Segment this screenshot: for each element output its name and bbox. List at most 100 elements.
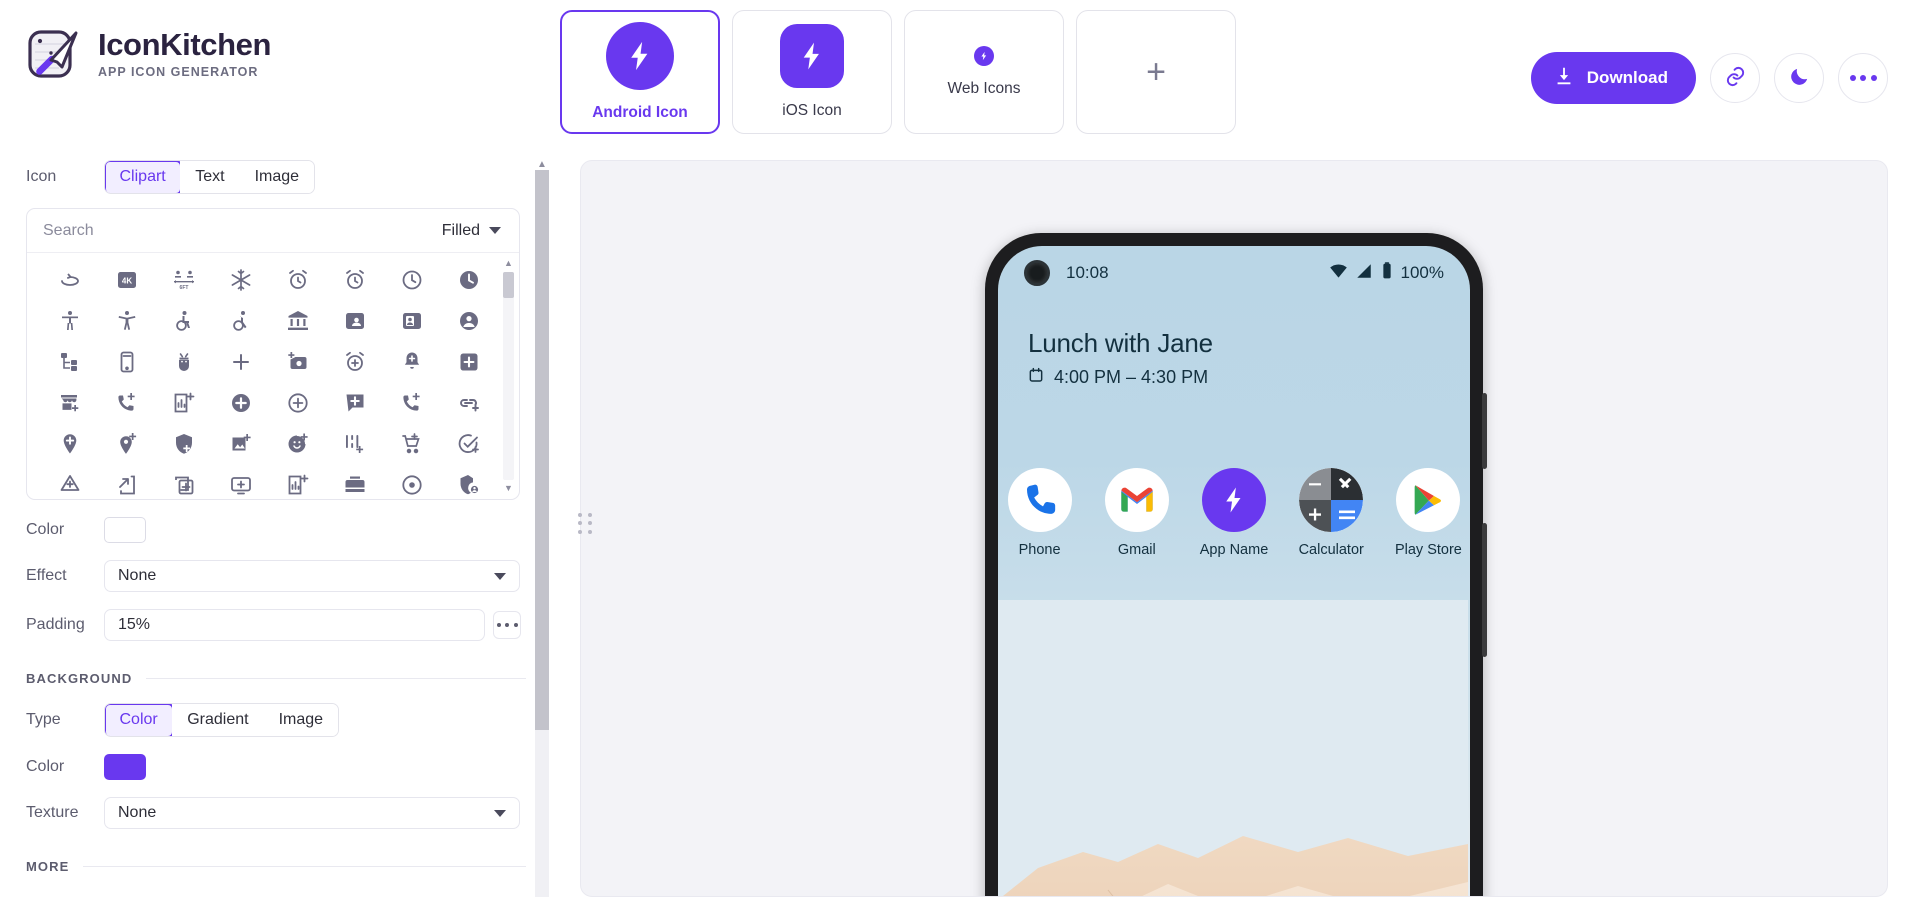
clipart-4k-icon[interactable]: 4K xyxy=(98,259,155,300)
clipart-add-icon[interactable] xyxy=(212,341,269,382)
cutting-board-knife-icon xyxy=(26,26,82,82)
clipart-access-alarms-icon[interactable] xyxy=(326,259,383,300)
clipart-access-time-filled-icon[interactable] xyxy=(440,259,497,300)
app-gmail[interactable]: Gmail xyxy=(1095,468,1178,558)
clipart-add-photo-alternate-icon[interactable] xyxy=(212,423,269,464)
sidebar-scrollbar[interactable]: ▲ xyxy=(534,160,550,897)
clipart-add-alarm-icon[interactable] xyxy=(326,341,383,382)
header-actions: Download xyxy=(1530,52,1888,104)
clipart-add-to-queue-icon[interactable] xyxy=(212,464,269,499)
download-button[interactable]: Download xyxy=(1530,52,1696,104)
clipart-add-reaction-icon[interactable] xyxy=(269,423,326,464)
more-options-button[interactable] xyxy=(1838,53,1888,103)
clipart-account-circle-icon[interactable] xyxy=(440,300,497,341)
background-color-swatch[interactable] xyxy=(104,754,146,780)
scroll-up-icon[interactable]: ▲ xyxy=(504,257,513,270)
clipart-access-time-icon[interactable] xyxy=(383,259,440,300)
clipart-grid-scrollbar[interactable]: ▲ ▼ xyxy=(502,257,515,495)
clipart-account-balance-icon[interactable] xyxy=(269,300,326,341)
clipart-accessible-icon[interactable] xyxy=(155,300,212,341)
dark-mode-toggle-button[interactable] xyxy=(1774,53,1824,103)
clipart-add-business-icon[interactable] xyxy=(41,382,98,423)
clipart-access-alarm-icon[interactable] xyxy=(269,259,326,300)
sidebar-scroll-thumb[interactable] xyxy=(535,170,549,730)
tab-ios-icon[interactable]: iOS Icon xyxy=(732,10,892,134)
clipart-accessibility-new-icon[interactable] xyxy=(98,300,155,341)
app-generated[interactable]: App Name xyxy=(1192,468,1275,558)
clipart-add-road-icon[interactable] xyxy=(326,423,383,464)
clipart-account-tree-icon[interactable] xyxy=(41,341,98,382)
calculator-app-icon xyxy=(1299,468,1364,532)
icon-padding-more-button[interactable] xyxy=(493,611,521,639)
tab-label: Web Icons xyxy=(947,80,1021,97)
tab-web-icons[interactable]: Web Icons xyxy=(904,10,1064,134)
app-play-store[interactable]: Play Store xyxy=(1387,468,1470,558)
clipart-account-badge-icon[interactable] xyxy=(383,300,440,341)
clipart-add-location-icon[interactable] xyxy=(41,423,98,464)
background-type-gradient[interactable]: Gradient xyxy=(172,704,264,736)
power-button[interactable] xyxy=(1482,393,1487,469)
preview-panel: 10:08 100% Lunch with Jane 4:00 PM – 4:3… xyxy=(580,160,1888,897)
clipart-adf-scanner-icon[interactable] xyxy=(326,464,383,499)
clipart-account-box-icon[interactable] xyxy=(326,300,383,341)
tab-android-icon[interactable]: Android Icon xyxy=(560,10,720,134)
signal-cellular-icon xyxy=(1355,262,1373,285)
drag-grip-icon[interactable] xyxy=(578,512,594,535)
link-icon xyxy=(1724,65,1747,91)
app-calculator[interactable]: Calculator xyxy=(1290,468,1373,558)
icon-color-swatch[interactable] xyxy=(104,517,146,543)
clipart-add-alert-icon[interactable] xyxy=(383,341,440,382)
clipart-addchart-icon[interactable] xyxy=(269,464,326,499)
clipart-add-comment-icon[interactable] xyxy=(326,382,383,423)
clipart-scroll-track[interactable] xyxy=(503,272,514,480)
clipart-add-circle-outline-icon[interactable] xyxy=(269,382,326,423)
background-type-color[interactable]: Color xyxy=(105,704,174,736)
clipart-accessible-forward-icon[interactable] xyxy=(212,300,269,341)
icon-effect-select[interactable]: None xyxy=(104,560,520,592)
clipart-add-shopping-cart-icon[interactable] xyxy=(383,423,440,464)
clipart-add-to-home-screen-icon[interactable] xyxy=(98,464,155,499)
clipart-ac-unit-icon[interactable] xyxy=(212,259,269,300)
calendar-widget[interactable]: Lunch with Jane 4:00 PM – 4:30 PM xyxy=(1028,328,1440,388)
clipart-admin-panel-settings-icon[interactable] xyxy=(440,464,497,499)
icon-type-clipart[interactable]: Clipart xyxy=(105,161,182,193)
clipart-add-box-icon[interactable] xyxy=(440,341,497,382)
clipart-accessibility-icon[interactable] xyxy=(41,300,98,341)
clipart-add-task-icon[interactable] xyxy=(440,423,497,464)
generated-app-icon xyxy=(1202,468,1266,532)
clipart-6-ft-apart-icon[interactable]: 6FT xyxy=(155,259,212,300)
background-texture-select[interactable]: None xyxy=(104,797,520,829)
add-platform-tab-button[interactable]: + xyxy=(1076,10,1236,134)
clipart-adb-icon[interactable] xyxy=(155,341,212,382)
sidebar-scroll-track[interactable] xyxy=(535,170,549,897)
app-phone[interactable]: Phone xyxy=(998,468,1081,558)
clipart-search-input[interactable] xyxy=(43,221,430,240)
more-section-header: MORE xyxy=(26,859,526,874)
clipart-ad-units-icon[interactable] xyxy=(98,341,155,382)
scroll-down-icon[interactable]: ▼ xyxy=(504,482,513,495)
clipart-scroll-thumb[interactable] xyxy=(503,272,514,298)
clipart-style-filter[interactable]: Filled xyxy=(430,216,513,246)
svg-text:6FT: 6FT xyxy=(179,285,188,291)
clipart-add-to-photos-icon[interactable] xyxy=(155,464,212,499)
icon-padding-input[interactable]: 15% xyxy=(104,609,485,641)
icon-type-text[interactable]: Text xyxy=(180,161,240,193)
scroll-up-icon[interactable]: ▲ xyxy=(537,160,547,170)
clipart-adjust-icon[interactable] xyxy=(383,464,440,499)
clipart-add-link-icon[interactable] xyxy=(440,382,497,423)
clipart-add-a-photo-icon[interactable] xyxy=(269,341,326,382)
clipart-3d-rotation-icon[interactable] xyxy=(41,259,98,300)
background-type-label: Type xyxy=(26,711,61,728)
icon-label: Icon xyxy=(26,168,57,185)
clipart-add-location-alt-icon[interactable] xyxy=(98,423,155,464)
clipart-add-ic-call-icon[interactable] xyxy=(383,382,440,423)
clipart-add-to-drive-icon[interactable] xyxy=(41,464,98,499)
volume-button[interactable] xyxy=(1482,523,1487,657)
clipart-add-chart-icon[interactable] xyxy=(155,382,212,423)
clipart-add-circle-icon[interactable] xyxy=(212,382,269,423)
background-type-image[interactable]: Image xyxy=(263,704,339,736)
clipart-add-moderator-icon[interactable] xyxy=(155,423,212,464)
copy-link-button[interactable] xyxy=(1710,53,1760,103)
clipart-add-call-icon[interactable] xyxy=(98,382,155,423)
icon-type-image[interactable]: Image xyxy=(239,161,315,193)
